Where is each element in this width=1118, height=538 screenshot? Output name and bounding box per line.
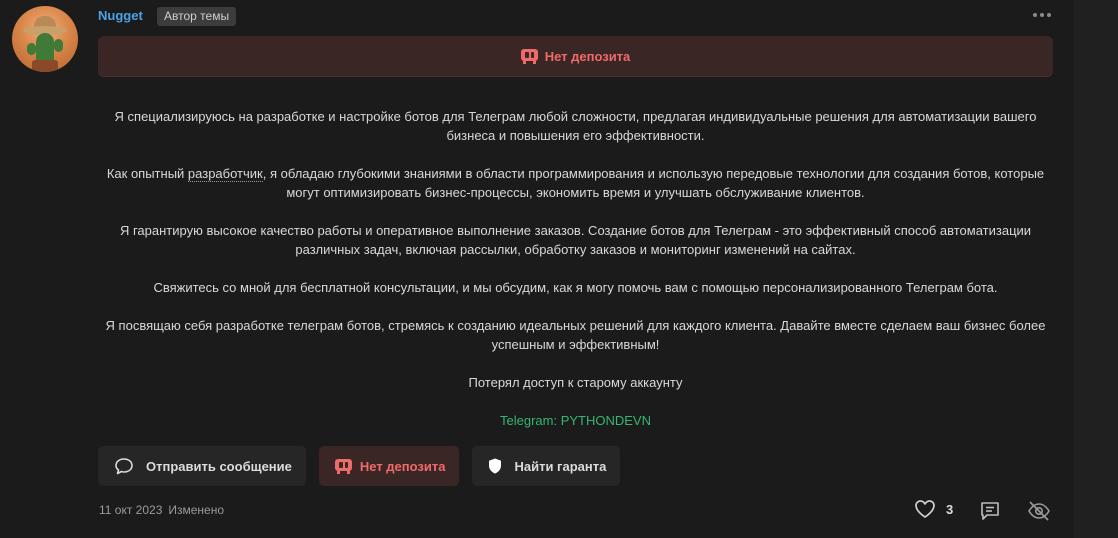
no-deposit-banner: Нет депозита [98, 36, 1053, 77]
glossary-link[interactable]: разработчик [187, 166, 263, 182]
send-message-button[interactable]: Отправить сообщение [98, 446, 306, 486]
paragraph-text: Я посвящаю себя разработке телеграм бото… [105, 318, 1046, 352]
post-content: Я специализируюсь на разработке и настро… [98, 107, 1053, 449]
no-deposit-button[interactable]: Нет депозита [318, 446, 460, 486]
find-guarantor-label: Найти гаранта [514, 458, 607, 474]
post-actions: Отправить сообщение Нет депозита Найти г… [98, 446, 621, 486]
like-count: 3 [946, 501, 954, 517]
telegram-contact: Telegram: PYTHONDEVN [500, 413, 651, 428]
post-date[interactable]: 11 окт 2023 [99, 503, 162, 517]
paragraph-text: Я гарантирую высокое качество работы и о… [119, 223, 1032, 257]
paragraph-text: Как опытный [106, 166, 188, 181]
avatar-cactus [36, 33, 54, 63]
avatar-cactus-arm [54, 39, 63, 52]
post-paragraph: Я гарантирую высокое качество работы и о… [98, 221, 1053, 259]
post-paragraph: Свяжитесь со мной для бесплатной консуль… [98, 278, 1053, 297]
find-guarantor-button[interactable]: Найти гаранта [472, 446, 621, 486]
avatar-cactus-arm [27, 43, 36, 55]
forum-post: Nugget Автор темы Нет депозита Я специал… [0, 0, 1074, 538]
more-icon[interactable] [1030, 8, 1054, 22]
reply-icon[interactable] [979, 500, 1001, 522]
author-name[interactable]: Nugget [98, 8, 143, 23]
post-paragraph: Как опытный разработчик, я обладаю глубо… [98, 164, 1053, 202]
no-deposit-label: Нет депозита [544, 49, 631, 64]
post-meta: 11 окт 2023 Изменено [99, 503, 224, 517]
avatar-pot [32, 60, 58, 72]
author-badge: Автор темы [157, 7, 237, 26]
paragraph-text: , я обладаю глубокими знаниями в области… [262, 166, 1045, 200]
deposit-icon [520, 49, 538, 64]
hide-icon[interactable] [1027, 500, 1051, 522]
paragraph-text: Свяжитесь со мной для бесплатной консуль… [153, 280, 998, 295]
chat-icon [115, 458, 133, 475]
page-margin [1074, 0, 1118, 538]
avatar[interactable] [12, 6, 78, 72]
paragraph-text: Потерял доступ к старому аккаунту [468, 375, 683, 390]
deposit-icon [334, 458, 352, 474]
send-message-label: Отправить сообщение [146, 458, 292, 474]
no-deposit-button-label: Нет депозита [359, 458, 446, 474]
like-button[interactable]: 3 [914, 499, 953, 519]
edited-label: Изменено [168, 503, 225, 517]
heart-icon [915, 500, 935, 518]
post-paragraph: Потерял доступ к старому аккаунту [98, 373, 1053, 392]
shield-icon [489, 458, 502, 474]
paragraph-text: Я специализируюсь на разработке и настро… [114, 109, 1037, 143]
post-paragraph: Я посвящаю себя разработке телеграм бото… [98, 316, 1053, 354]
post-paragraph: Я специализируюсь на разработке и настро… [98, 107, 1053, 145]
